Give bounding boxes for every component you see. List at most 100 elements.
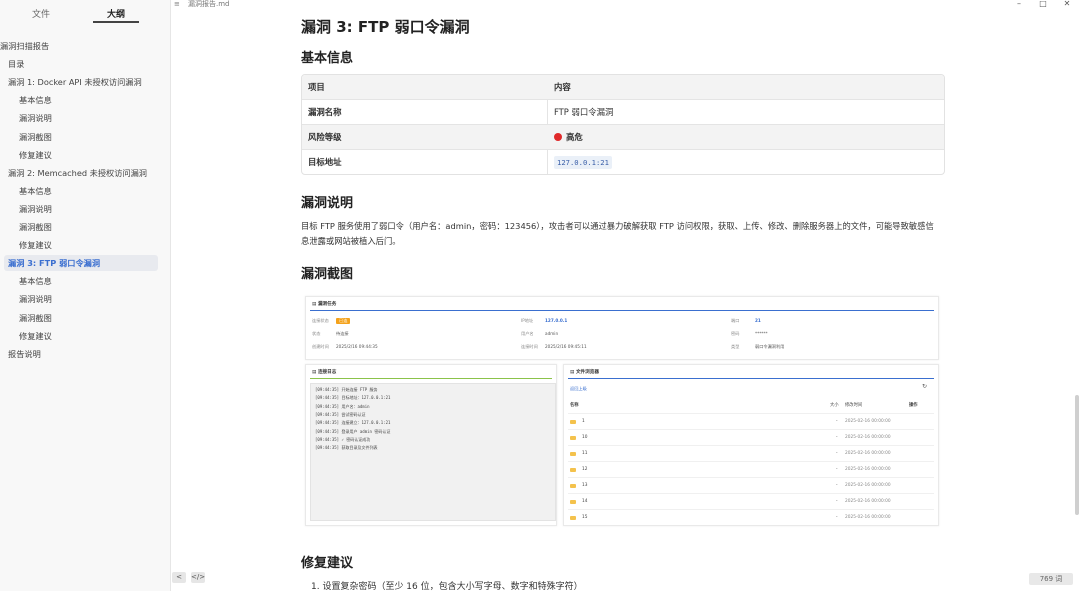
back-button[interactable]: 返回上级 [570, 386, 587, 392]
inline-code: 127.0.0.1:21 [554, 156, 612, 169]
log-panel: ▤ 连接日志 [09:44:35] 开始连接 FTP 服务 [09:44:35] … [305, 364, 557, 526]
log-output: [09:44:35] 开始连接 FTP 服务 [09:44:35] 目标地址：12… [310, 383, 556, 521]
task-field-key: 类型 [731, 344, 740, 349]
outline-item[interactable]: 漏洞 3: FTP 弱口令漏洞 [4, 255, 158, 272]
scrollbar[interactable] [1075, 395, 1079, 515]
file-name: 13 [582, 483, 588, 488]
editor-content: 漏洞 3: FTP 弱口令漏洞 基本信息 项目 内容 漏洞名称 FTP 弱口令漏… [171, 9, 1063, 591]
log-line: [09:44:35] 开始连接 FTP 服务 [315, 387, 378, 392]
section-basic-info: 基本信息 [301, 51, 354, 66]
file-size: - [836, 435, 838, 440]
menu-icon[interactable]: ≡ [174, 0, 180, 9]
file-name: 11 [582, 451, 588, 456]
file-time: 2025-02-16 00:00:00 [845, 451, 891, 456]
task-field-key: 密码 [731, 331, 740, 336]
file-size: - [836, 515, 838, 520]
log-panel-accent [310, 378, 552, 379]
outline-item[interactable]: 目录 [8, 56, 24, 72]
task-field: 状态 待连接 [312, 331, 349, 337]
page-title: 漏洞 3: FTP 弱口令漏洞 [301, 18, 470, 36]
outline-item[interactable]: 漏洞说明 [19, 110, 52, 126]
row-key: 漏洞名称 [308, 107, 342, 117]
section-description: 漏洞说明 [301, 196, 354, 211]
table-row: 风险等级 高危 [302, 124, 944, 149]
file-name: 12 [582, 467, 588, 472]
outline-item[interactable]: 报告说明 [8, 346, 41, 362]
outline-item[interactable]: 漏洞 1: Docker API 未授权访问漏洞 [8, 74, 142, 90]
description-text: 目标 FTP 服务使用了弱口令（用户名：admin，密码：123456），攻击者… [301, 221, 934, 246]
maximize-icon[interactable]: □ [1036, 0, 1050, 8]
outline-item[interactable]: 漏洞说明 [19, 201, 52, 217]
fix-item: 1. 设置复杂密码（至少 16 位，包含大小写字母、数字和特殊字符） [311, 582, 583, 591]
outline-item[interactable]: 漏洞截图 [19, 129, 52, 145]
task-field-key: 连接状态 [312, 318, 329, 323]
folder-icon [570, 516, 576, 520]
file-row[interactable]: 12 - 2025-02-16 00:00:00 [568, 461, 934, 478]
folder-icon [570, 436, 576, 440]
outline-item[interactable]: 漏洞截图 [19, 219, 52, 235]
outline-item[interactable]: 修复建议 [19, 237, 52, 253]
outline-item[interactable]: 基本信息 [19, 183, 52, 199]
task-panel-accent [310, 310, 934, 311]
header-item: 项目 [308, 82, 325, 92]
log-line: [09:44:35] 目标地址：127.0.0.1:21 [315, 395, 391, 401]
outline-item[interactable]: 漏洞说明 [19, 291, 52, 307]
row-key: 目标地址 [308, 157, 342, 167]
row-value: FTP 弱口令漏洞 [554, 107, 614, 117]
outline-item[interactable]: 漏洞截图 [19, 310, 52, 326]
file-name: 14 [582, 499, 588, 504]
col-time: 修改时间 [845, 403, 863, 408]
outline-item[interactable]: 基本信息 [19, 273, 52, 289]
close-icon[interactable]: ✕ [1060, 0, 1074, 8]
outline-item[interactable]: 漏洞扫描报告 [0, 38, 49, 54]
section-screenshot: 漏洞截图 [301, 267, 354, 282]
file-row[interactable]: 1 - 2025-02-16 00:00:00 [568, 413, 934, 430]
word-count: 769 词 [1029, 573, 1073, 585]
folder-icon [570, 484, 576, 488]
minimize-icon[interactable]: – [1012, 0, 1026, 8]
task-field: 端口 21 [731, 318, 761, 324]
outline-item[interactable]: 修复建议 [19, 328, 52, 344]
folder-icon [570, 500, 576, 504]
vulnerability-screenshot: ▤ 漏洞任务 连接状态 已连 IP地址 127.0.0.1 端口 21 状态 待连接 用户名 ad… [305, 296, 939, 534]
task-panel-title: ▤ 漏洞任务 [312, 302, 337, 307]
file-size: - [836, 419, 838, 424]
file-row[interactable]: 13 - 2025-02-16 00:00:00 [568, 477, 934, 494]
file-row[interactable]: 14 - 2025-02-16 00:00:00 [568, 493, 934, 510]
tab-outline[interactable]: 大纲 [107, 7, 125, 20]
task-panel: ▤ 漏洞任务 连接状态 已连 IP地址 127.0.0.1 端口 21 状态 待连接 用户名 ad… [305, 296, 939, 360]
outline-item[interactable]: 基本信息 [19, 92, 52, 108]
col-action: 操作 [909, 403, 918, 408]
task-field-value: 2025/2/16 09:44:35 [336, 344, 378, 349]
task-field: IP地址 127.0.0.1 [521, 318, 567, 324]
file-row[interactable]: 11 - 2025-02-16 00:00:00 [568, 445, 934, 462]
file-row[interactable]: 15 - 2025-02-16 00:00:00 [568, 509, 934, 526]
table-header: 项目 内容 [302, 75, 944, 99]
task-field-value: 2025/2/16 09:45:11 [545, 344, 587, 349]
file-time: 2025-02-16 00:00:00 [845, 435, 891, 440]
file-size: - [836, 499, 838, 504]
task-field-value: 已连 [336, 318, 351, 324]
file-time: 2025-02-16 00:00:00 [845, 483, 891, 488]
refresh-icon[interactable]: ↻ [922, 383, 927, 390]
file-size: - [836, 467, 838, 472]
sidebar: 文件 大纲 漏洞扫描报告目录漏洞 1: Docker API 未授权访问漏洞基本… [0, 0, 171, 591]
section-fix: 修复建议 [301, 556, 354, 571]
outline-item[interactable]: 漏洞 2: Memcached 未授权访问漏洞 [8, 165, 147, 181]
folder-icon [570, 468, 576, 472]
risk-label: 高危 [566, 132, 583, 142]
file-time: 2025-02-16 00:00:00 [845, 499, 891, 504]
file-row[interactable]: 10 - 2025-02-16 00:00:00 [568, 429, 934, 446]
file-browser-panel: ▤ 文件浏览器 返回上级 ↻ 名称 大小 修改时间 操作 1 - 2025-02-1… [563, 364, 939, 526]
task-field-value: 127.0.0.1 [545, 318, 568, 323]
task-field-key: 端口 [731, 318, 740, 323]
file-name: 10 [582, 435, 588, 440]
log-line: [09:44:35] 用户名：admin [315, 403, 370, 409]
folder-icon [570, 420, 576, 424]
file-name: 15 [582, 515, 588, 520]
table-row: 目标地址 127.0.0.1:21 [302, 149, 944, 174]
outline-item[interactable]: 修复建议 [19, 147, 52, 163]
risk-dot-icon [554, 133, 562, 141]
info-table: 项目 内容 漏洞名称 FTP 弱口令漏洞 风险等级 高危 目标地址 127.0.… [301, 74, 945, 175]
tab-files[interactable]: 文件 [32, 7, 50, 20]
